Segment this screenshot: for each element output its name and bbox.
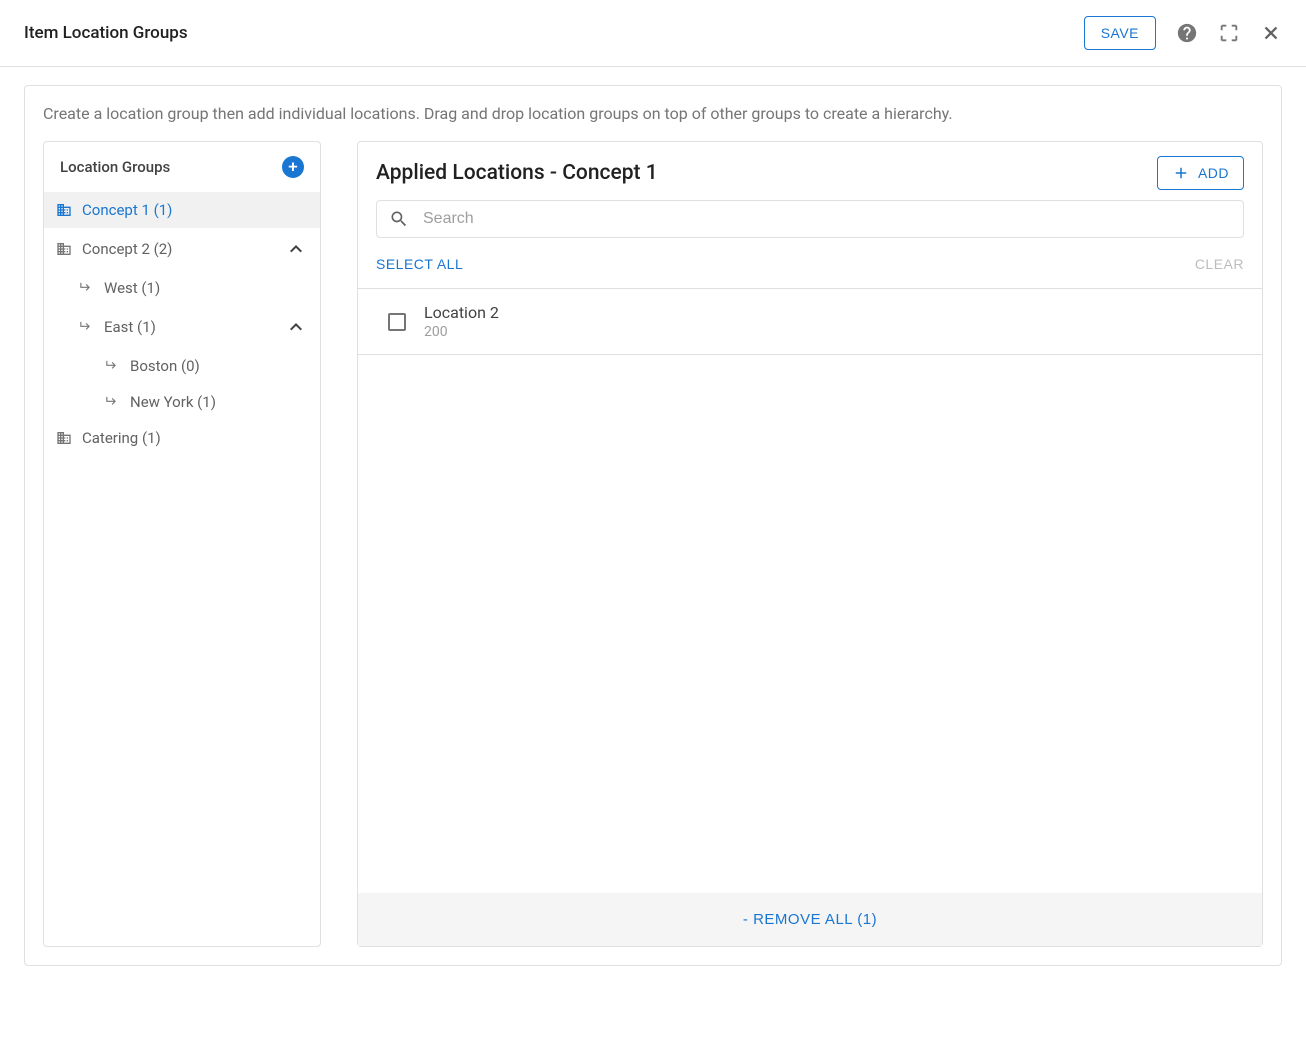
search-box[interactable] [376, 200, 1244, 238]
plus-icon [1172, 164, 1190, 182]
add-group-button[interactable] [282, 156, 304, 178]
tree-item[interactable]: Concept 1 (1) [44, 192, 320, 228]
chevron-up-icon[interactable] [284, 237, 308, 261]
tree-item[interactable]: Boston (0) [44, 348, 320, 384]
applied-locations-title: Applied Locations - Concept 1 [376, 161, 658, 185]
footer-bar: - REMOVE ALL (1) [358, 893, 1262, 946]
content-wrap: Create a location group then add individ… [0, 67, 1306, 984]
main-panel: Create a location group then add individ… [24, 85, 1282, 966]
search-input[interactable] [423, 210, 1231, 228]
tree-item-label: West (1) [104, 279, 308, 297]
subdirectory-icon [78, 319, 96, 335]
building-icon [56, 430, 74, 446]
location-groups-sidebar: Location Groups Concept 1 (1) Concept 2 (… [43, 141, 321, 947]
header-actions: SAVE [1084, 16, 1282, 50]
tree-item-label: Concept 2 (2) [82, 240, 276, 258]
sidebar-header: Location Groups [44, 142, 320, 192]
search-icon [389, 209, 409, 229]
location-info: Location 2 200 [424, 303, 499, 340]
sidebar-title: Location Groups [60, 158, 170, 176]
tree-item[interactable]: Concept 2 (2) [44, 228, 320, 270]
location-name: Location 2 [424, 303, 499, 322]
clear-button[interactable]: CLEAR [1195, 256, 1244, 272]
subdirectory-icon [78, 280, 96, 296]
remove-all-button[interactable]: - REMOVE ALL (1) [743, 911, 877, 928]
help-icon[interactable] [1176, 22, 1198, 44]
building-icon [56, 241, 74, 257]
location-tree: Concept 1 (1) Concept 2 (2) West (1) East (… [44, 192, 320, 456]
tree-item[interactable]: East (1) [44, 306, 320, 348]
applied-locations-panel: Applied Locations - Concept 1 ADD SELECT… [357, 141, 1263, 947]
instructions-text: Create a location group then add individ… [25, 104, 1281, 141]
location-row: Location 2 200 [358, 289, 1262, 355]
chevron-up-icon[interactable] [284, 315, 308, 339]
search-wrap [358, 200, 1262, 252]
building-icon [56, 202, 74, 218]
save-button[interactable]: SAVE [1084, 16, 1156, 50]
location-list: Location 2 200 [358, 289, 1262, 893]
page-header: Item Location Groups SAVE [0, 0, 1306, 67]
add-button-label: ADD [1198, 165, 1229, 181]
tree-item-label: Concept 1 (1) [82, 201, 308, 219]
page-title: Item Location Groups [24, 23, 188, 43]
add-location-button[interactable]: ADD [1157, 156, 1244, 190]
tree-item-label: Catering (1) [82, 429, 308, 447]
tree-item-label: Boston (0) [130, 357, 308, 375]
main-header: Applied Locations - Concept 1 ADD [358, 142, 1262, 200]
tree-item-label: East (1) [104, 318, 276, 336]
selection-actions: SELECT ALL CLEAR [358, 252, 1262, 289]
subdirectory-icon [104, 394, 122, 410]
select-all-button[interactable]: SELECT ALL [376, 256, 463, 272]
location-id: 200 [424, 324, 499, 340]
columns: Location Groups Concept 1 (1) Concept 2 (… [25, 141, 1281, 965]
tree-item[interactable]: New York (1) [44, 384, 320, 420]
tree-item-label: New York (1) [130, 393, 308, 411]
subdirectory-icon [104, 358, 122, 374]
fullscreen-icon[interactable] [1218, 22, 1240, 44]
close-icon[interactable] [1260, 22, 1282, 44]
tree-item[interactable]: Catering (1) [44, 420, 320, 456]
tree-item[interactable]: West (1) [44, 270, 320, 306]
location-checkbox[interactable] [388, 313, 406, 331]
